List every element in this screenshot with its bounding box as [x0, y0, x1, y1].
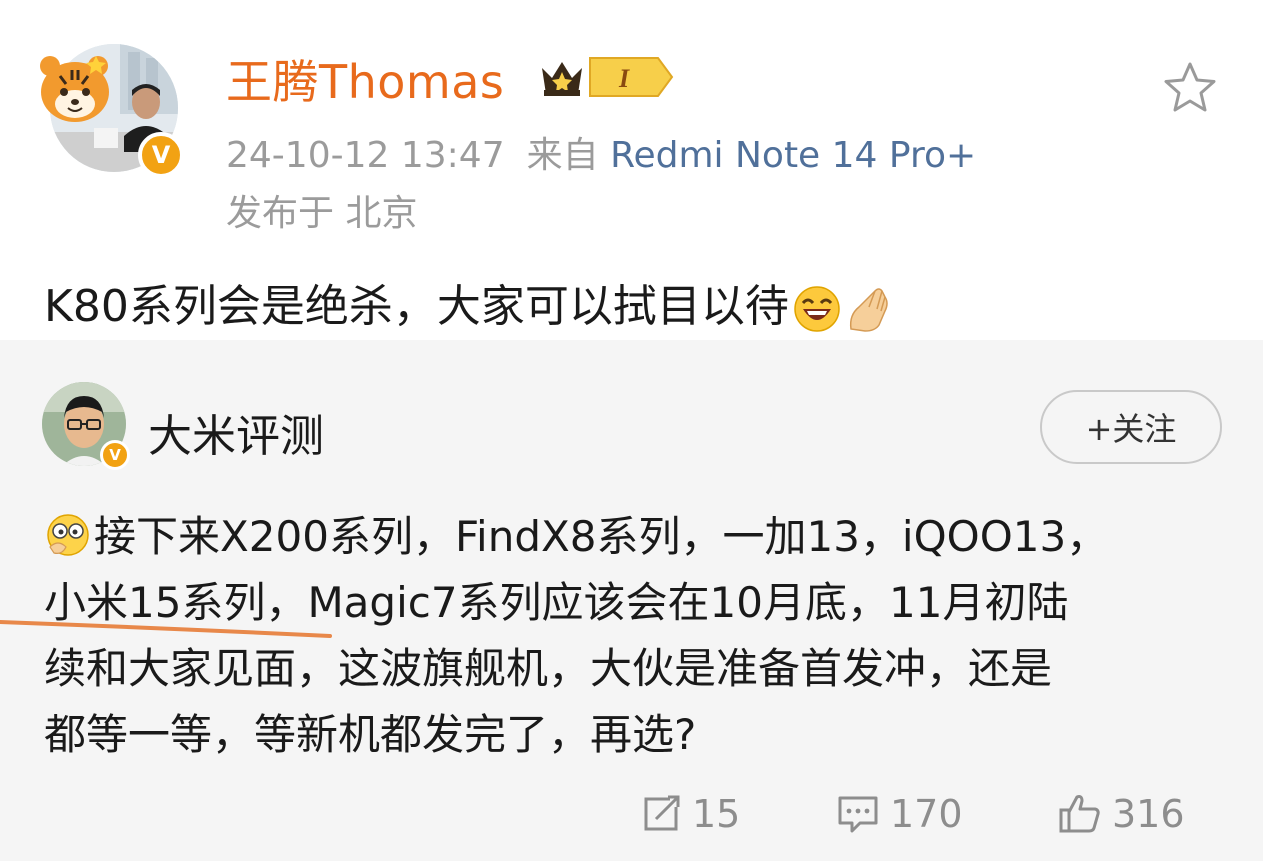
- comment-icon: [838, 796, 878, 833]
- repost-author-avatar[interactable]: V: [42, 382, 130, 470]
- hand-drawn-underline: [0, 620, 332, 638]
- post-text-content: K80系列会是绝杀，大家可以拭目以待: [44, 281, 789, 332]
- tiger-mascot-icon: [40, 56, 109, 122]
- source-device-link[interactable]: Redmi Note 14 Pro+: [610, 135, 976, 176]
- like-count: 316: [1112, 792, 1185, 836]
- laughing-emoji-icon: [794, 286, 840, 332]
- post-location: 发布于 北京: [226, 193, 418, 234]
- vip-level: I: [618, 64, 630, 93]
- author-name[interactable]: 王腾Thomas: [226, 46, 504, 112]
- post-text: K80系列会是绝杀，大家可以拭目以待: [44, 270, 895, 334]
- repost-text-line: 接下来X200系列，FindX8系列，一加13，iQOO13，: [44, 504, 1229, 570]
- post-timestamp: 24-10-12 13:47: [226, 135, 505, 176]
- repost-icon: [644, 795, 680, 831]
- repost-card[interactable]: V 大米评测 +关注 接下来X200系列，FindX8系列，一加13，iQOO1…: [0, 340, 1263, 861]
- follow-button[interactable]: +关注: [1040, 390, 1222, 464]
- action-bar: 15 170 316: [0, 792, 1263, 842]
- repost-line-1: 接下来X200系列，FindX8系列，一加13，iQOO13，: [94, 512, 1109, 561]
- post-header: V 王腾Thomas I 24-10-12 13:47 来自 Redmi Note…: [0, 0, 1263, 340]
- favorite-star-icon[interactable]: [1160, 58, 1220, 118]
- comment-action[interactable]: 170: [836, 792, 963, 836]
- vip-crown-badge-icon[interactable]: I: [538, 54, 674, 100]
- comment-count: 170: [890, 792, 963, 836]
- repost-line-3: 续和大家见面，这波旗舰机，大伙是准备首发冲，还是: [44, 644, 1053, 693]
- repost-line-4: 都等一等，等新机都发完了，再选?: [44, 710, 697, 759]
- post-meta: 24-10-12 13:47 来自 Redmi Note 14 Pro+: [226, 126, 976, 178]
- repost-action[interactable]: 15: [640, 792, 740, 836]
- like-action[interactable]: 316: [1058, 792, 1185, 836]
- verified-badge-icon: V: [138, 132, 184, 178]
- thumbs-up-icon: [1059, 795, 1100, 833]
- repost-count: 15: [692, 792, 741, 836]
- thinking-emoji-icon: [47, 514, 89, 556]
- pinched-fingers-emoji-icon: [849, 288, 888, 332]
- repost-verified-badge-icon: V: [100, 440, 130, 470]
- source-prefix: 来自: [526, 135, 599, 176]
- author-avatar[interactable]: V: [40, 38, 184, 178]
- repost-author-name[interactable]: 大米评测: [148, 400, 324, 464]
